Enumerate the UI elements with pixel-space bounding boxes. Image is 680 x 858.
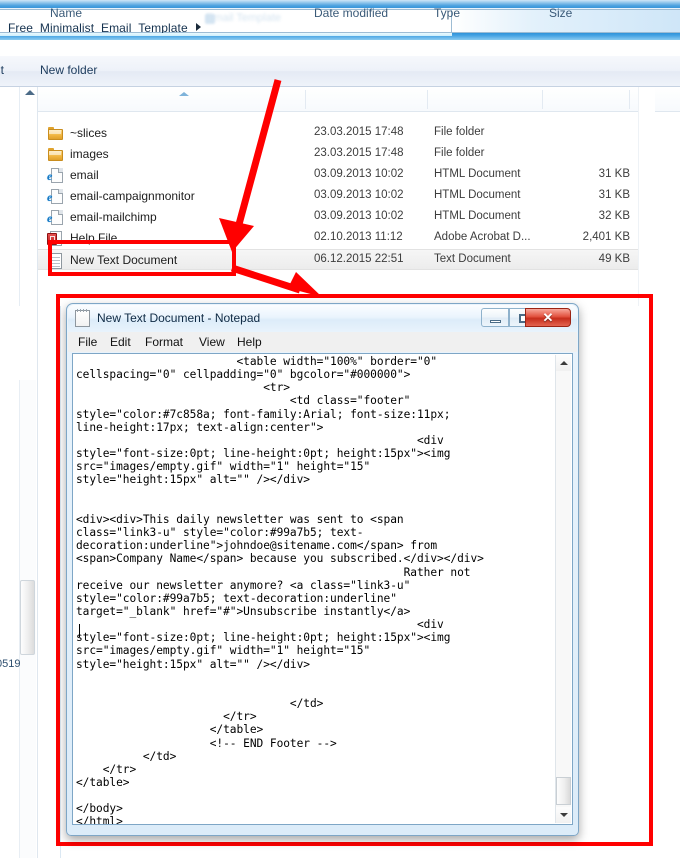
menu-view[interactable]: View [199, 335, 225, 349]
notepad-menubar: File Edit Format View Help [68, 332, 577, 352]
caret-down-icon [560, 813, 568, 817]
minimize-button[interactable] [481, 308, 509, 327]
notepad-titlebar[interactable]: New Text Document - Notepad ✕ [68, 305, 577, 332]
menu-help[interactable]: Help [237, 335, 262, 349]
notepad-window: New Text Document - Notepad ✕ File Edit … [66, 303, 579, 836]
arrow-to-file-row [219, 79, 282, 252]
notepad-text-area[interactable]: <table width="100%" border="0" cellspaci… [72, 353, 573, 825]
menu-format[interactable]: Format [145, 335, 183, 349]
screenshot-root: Free_Minimalist_Email_Template Email Tem… [0, 0, 680, 858]
text-caret [79, 624, 80, 637]
notepad-title: New Text Document - Notepad [97, 311, 261, 325]
close-button[interactable]: ✕ [525, 308, 571, 327]
scroll-up-button[interactable] [556, 355, 571, 371]
notepad-resize-edge[interactable] [72, 825, 573, 832]
minimize-icon [490, 320, 501, 323]
menu-file[interactable]: File [78, 335, 97, 349]
arrow-to-notepad [230, 264, 322, 297]
scroll-down-button[interactable] [556, 807, 571, 823]
close-icon: ✕ [542, 310, 554, 325]
menu-edit[interactable]: Edit [110, 335, 131, 349]
notepad-app-icon [75, 309, 90, 327]
notepad-content[interactable]: <table width="100%" border="0" cellspaci… [76, 355, 554, 824]
annotation-rect-file-row [48, 240, 236, 276]
caret-up-icon [560, 361, 568, 365]
scrollbar-thumb[interactable] [556, 777, 571, 805]
notepad-vertical-scrollbar[interactable] [555, 355, 571, 823]
